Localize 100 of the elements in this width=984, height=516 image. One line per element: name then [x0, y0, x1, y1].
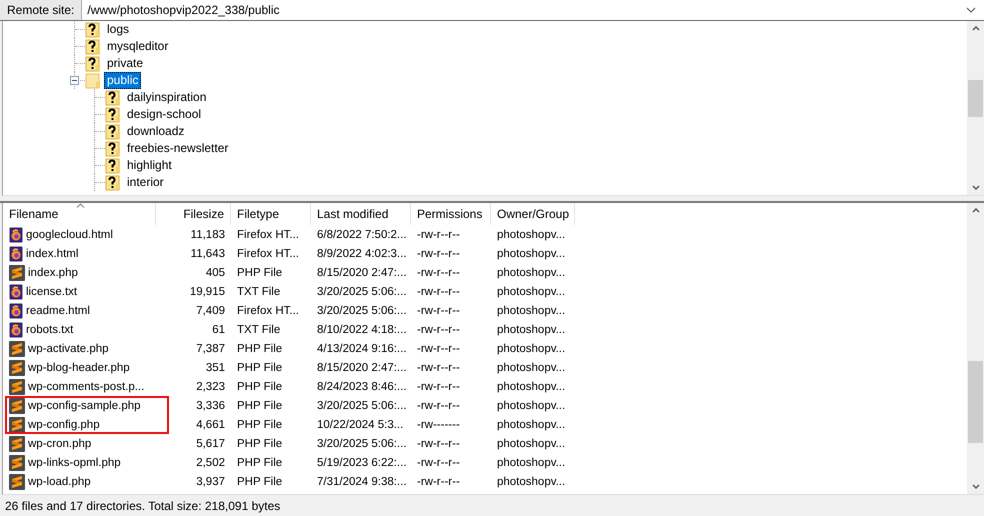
table-cell-text: TXT File — [236, 324, 282, 336]
scrollbar[interactable] — [967, 203, 984, 494]
tree-item[interactable]: dailyinspiration — [124, 89, 210, 106]
unknown-folder-icon — [105, 174, 121, 190]
table-cell-text: 11,643 — [190, 248, 226, 260]
collapse-toggle-icon[interactable] — [70, 76, 79, 85]
table-cell-text: -rw-r--r-- — [416, 266, 461, 278]
table-cell-text: 3/20/2025 5:06:... — [316, 438, 408, 450]
tree-item[interactable]: freebies-newsletter — [124, 140, 232, 157]
table-cell: wp-blog-header.php — [28, 362, 130, 374]
table-cell-text: 8/10/2022 4:18:... — [316, 324, 408, 336]
tree-item[interactable]: public — [104, 72, 142, 89]
unknown-folder-icon — [85, 38, 101, 54]
unknown-folder-icon — [85, 22, 101, 38]
table-cell-text: PHP File — [236, 266, 284, 278]
tree-item[interactable]: downloadz — [124, 123, 188, 140]
table-cell-text: 3/20/2025 5:06:... — [316, 286, 408, 298]
column-header[interactable]: Filename — [3, 203, 156, 225]
scroll-up-icon[interactable] — [972, 208, 980, 213]
script-file-icon — [9, 474, 25, 490]
table-cell-text: photoshopv... — [496, 248, 566, 260]
table-cell-text: PHP File — [236, 380, 284, 392]
table-cell-text: 7,387 — [195, 342, 226, 354]
table-cell-text: 3/20/2025 5:06:... — [316, 400, 408, 412]
table-cell-text: PHP File — [236, 362, 284, 374]
table-cell-text: -rw-r--r-- — [416, 286, 461, 298]
table-cell-text: 8/15/2020 2:47:... — [316, 362, 408, 374]
table-cell-text: -rw-r--r-- — [416, 380, 461, 392]
table-cell-text: PHP File — [236, 476, 284, 488]
table-cell-text: Firefox HT... — [236, 228, 300, 240]
table-cell-text: -rw-r--r-- — [416, 400, 461, 412]
table-cell: index.php — [28, 266, 78, 278]
table-cell-text: photoshopv... — [496, 286, 566, 298]
tree-item[interactable]: logs — [104, 21, 132, 38]
remote-site-label: Remote site: — [0, 0, 82, 20]
tree-item[interactable]: mysqleditor — [104, 38, 172, 55]
table-cell-text: photoshopv... — [496, 400, 566, 412]
table-cell: wp-activate.php — [28, 342, 109, 354]
table-cell-text: PHP File — [236, 418, 284, 430]
tree-item[interactable]: interior — [124, 174, 167, 191]
column-header[interactable]: Owner/Group — [491, 203, 575, 225]
table-cell-text: 61 — [211, 324, 226, 336]
column-header[interactable]: Filesize — [156, 203, 231, 225]
script-file-icon — [9, 264, 25, 280]
table-cell-text: -rw-r--r-- — [416, 362, 461, 374]
table-cell-text: -rw-r--r-- — [416, 456, 461, 468]
table-cell-text: photoshopv... — [496, 342, 566, 354]
scrollbar[interactable] — [967, 21, 984, 195]
scroll-down-icon[interactable] — [972, 185, 980, 190]
script-file-icon — [9, 340, 25, 356]
table-cell-text: PHP File — [236, 400, 284, 412]
unknown-folder-icon — [105, 124, 121, 140]
table-cell-text: -rw-r--r-- — [416, 228, 461, 240]
table-cell-text: -rw-r--r-- — [416, 342, 461, 354]
unknown-folder-icon — [105, 90, 121, 106]
status-text: 26 files and 17 directories. Total size: 218,091 bytes — [5, 498, 280, 512]
table-cell-text: photoshopv... — [496, 456, 566, 468]
table-cell-text: 6/8/2022 7:50:2... — [316, 228, 408, 240]
table-cell-text: 8/15/2020 2:47:... — [316, 266, 408, 278]
browser-file-icon — [9, 246, 23, 262]
scroll-thumb[interactable] — [968, 80, 983, 117]
table-cell: wp-comments-post.p... — [28, 380, 144, 392]
table-cell-text: photoshopv... — [496, 380, 566, 392]
browser-file-icon — [9, 284, 23, 300]
column-header[interactable]: Last modified — [311, 203, 411, 225]
dropdown-caret-icon[interactable] — [966, 7, 976, 13]
table-cell-text: 8/24/2023 8:46:... — [316, 380, 408, 392]
remote-path-field[interactable]: /www/photoshopvip2022_338/public — [82, 0, 984, 20]
tree-item[interactable]: design-school — [124, 106, 204, 123]
browser-file-icon — [9, 322, 23, 338]
table-cell-text: -rw-r--r-- — [416, 438, 461, 450]
table-cell-text: photoshopv... — [496, 324, 566, 336]
column-header[interactable]: Filetype — [231, 203, 311, 225]
tree-item[interactable]: private — [104, 55, 146, 72]
scroll-thumb[interactable] — [968, 361, 983, 443]
table-cell: wp-links-opml.php — [28, 456, 121, 468]
scroll-up-icon[interactable] — [972, 26, 980, 31]
scroll-down-icon[interactable] — [972, 484, 980, 489]
table-cell-text: -rw-r--r-- — [416, 476, 461, 488]
script-file-icon — [9, 454, 25, 470]
table-cell-text: 3,937 — [195, 476, 226, 488]
table-cell-text: photoshopv... — [496, 266, 566, 278]
table-cell-text: 4,661 — [195, 418, 226, 430]
table-cell-text: 19,915 — [188, 286, 226, 298]
column-header[interactable]: Permissions — [411, 203, 491, 225]
script-file-icon — [9, 416, 25, 432]
unknown-folder-icon — [105, 158, 121, 174]
table-cell-text: -rw-r--r-- — [416, 248, 461, 260]
tree-item[interactable]: highlight — [124, 157, 175, 174]
table-cell-text: photoshopv... — [496, 304, 566, 316]
table-cell-text: 4/13/2024 9:16:... — [316, 342, 408, 354]
folder-icon — [85, 72, 101, 88]
script-file-icon — [9, 398, 25, 414]
table-cell-text: PHP File — [236, 456, 284, 468]
table-cell-text: 3/20/2025 5:06:... — [316, 304, 408, 316]
browser-file-icon — [9, 226, 23, 242]
table-cell-text: photoshopv... — [496, 438, 566, 450]
table-cell: wp-cron.php — [28, 438, 92, 450]
table-cell: readme.html — [26, 304, 90, 316]
table-cell-text: 7,409 — [195, 304, 226, 316]
